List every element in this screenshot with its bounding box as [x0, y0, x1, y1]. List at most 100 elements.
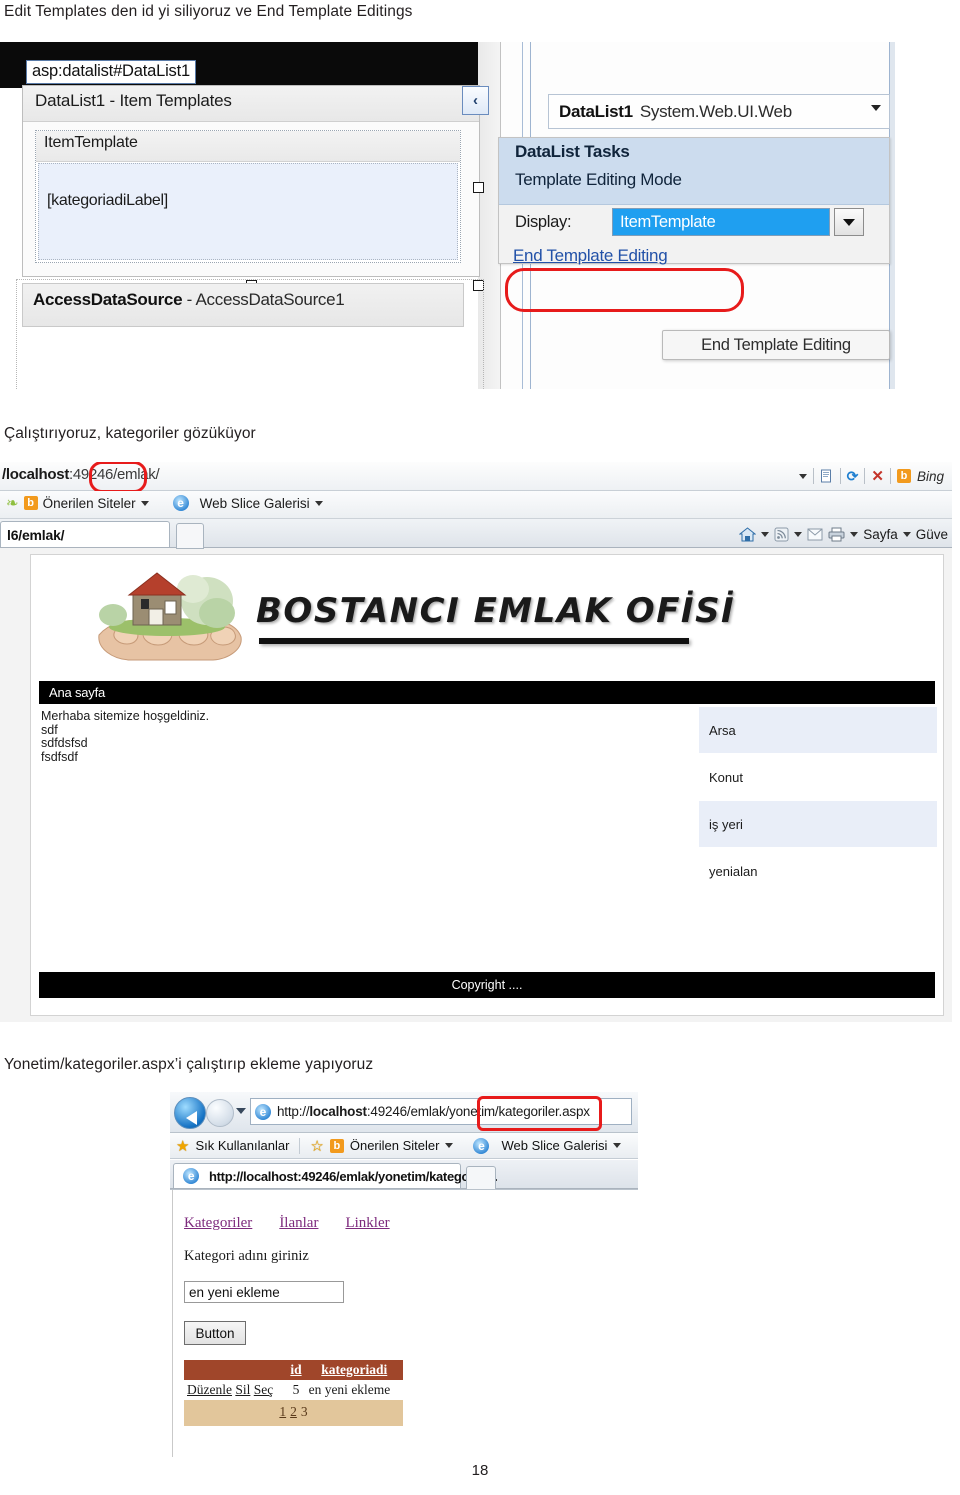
body-line: sdfdsfsd [41, 736, 88, 750]
grid-header-id[interactable]: id [286, 1360, 306, 1380]
datalist-header: DataList1 - Item Templates [23, 86, 479, 122]
submit-button[interactable]: Button [184, 1321, 246, 1345]
body-line: fsdfsdf [41, 749, 78, 764]
pager-page-1[interactable]: 1 [279, 1404, 286, 1419]
web-slice-label[interactable]: Web Slice Galerisi [501, 1138, 607, 1153]
tag-badge-datalist[interactable]: asp:datalist#DataList1 [26, 60, 196, 84]
home-icon[interactable] [739, 526, 757, 542]
compatibility-view-icon[interactable] [820, 469, 834, 483]
site-navbar: Ana sayfa [39, 681, 935, 704]
display-select[interactable]: ItemTemplate [612, 208, 830, 236]
chevron-down-icon[interactable] [902, 531, 911, 537]
select-link[interactable]: Seç [254, 1382, 274, 1397]
divider [889, 468, 891, 484]
bing-icon: b [896, 469, 911, 483]
grid-header-row: id kategoriadi [184, 1360, 403, 1380]
nav-item-ana-sayfa[interactable]: Ana sayfa [49, 685, 105, 700]
pager-page-2[interactable]: 2 [290, 1404, 297, 1419]
recent-pages-chevron-icon[interactable] [236, 1108, 246, 1114]
category-item[interactable]: yenialan [699, 848, 937, 895]
category-item[interactable]: iş yeri [699, 801, 937, 848]
edit-link[interactable]: Düzenle [187, 1382, 232, 1397]
address-bar-tools: ⟳ ✕ b Bing [798, 464, 952, 488]
chevron-down-icon[interactable] [871, 105, 881, 111]
category-item[interactable]: Arsa [699, 707, 937, 754]
nav-link-ilanlar[interactable]: İlanlar [279, 1215, 318, 1232]
site-body-text: Merhaba sitemize hoşgeldiniz. sdf sdfdsf… [41, 709, 209, 764]
internet-explorer-icon: e [183, 1168, 199, 1184]
resize-handle[interactable] [473, 182, 484, 193]
end-template-editing-link[interactable]: End Template Editing [513, 246, 668, 266]
pager-page-3: 3 [300, 1404, 308, 1419]
url-prefix: http:// [277, 1104, 310, 1119]
tasks-subtitle: Template Editing Mode [515, 170, 682, 189]
favorites-star-icon[interactable]: ★ [176, 1137, 189, 1155]
arrow-left-icon [186, 1111, 197, 1125]
chevron-down-icon[interactable] [794, 531, 803, 537]
web-slice-label[interactable]: Web Slice Galerisi [200, 496, 310, 511]
display-select-arrow[interactable] [834, 208, 864, 236]
site-header: BOSTANCI EMLAK OFİSİ [31, 555, 943, 680]
item-template-region[interactable]: ItemTemplate [kategoriadiLabel] [35, 130, 461, 263]
chevron-down-icon[interactable] [140, 500, 149, 506]
collapse-chevron-icon[interactable]: ‹ [462, 86, 489, 115]
nav-link-linkler[interactable]: Linkler [345, 1215, 389, 1232]
chevron-down-icon[interactable] [613, 1143, 622, 1148]
screenshot-admin-kategoriler: e http://localhost:49246/emlak/yonetim/k… [170, 1092, 638, 1457]
admin-page-content: Kategoriler İlanlar Linkler Kategori adı… [170, 1189, 638, 1457]
grid-header-kategoriadi[interactable]: kategoriadi [305, 1360, 403, 1380]
chevron-down-icon[interactable] [850, 531, 859, 537]
refresh-icon[interactable]: ⟳ [847, 468, 859, 485]
tasks-panel-header: DataList Tasks Template Editing Mode [499, 138, 889, 205]
item-template-body[interactable]: [kategoriadiLabel] [38, 163, 458, 260]
property-control-name: DataList1 [559, 101, 633, 121]
screenshot-visual-studio-designer: asp:datalist#DataList1 DataList1 - Item … [0, 42, 895, 389]
property-control-type: System.Web.UI.Web [639, 101, 792, 121]
search-provider-label: Bing [916, 468, 944, 484]
properties-object-selector[interactable]: DataList1 System.Web.UI.Web [548, 94, 890, 129]
safety-menu-label[interactable]: Güve [916, 527, 948, 542]
annotation-highlight-ring [89, 462, 147, 493]
suggested-sites-icon[interactable]: b [23, 496, 38, 510]
delete-link[interactable]: Sil [235, 1382, 250, 1397]
category-item[interactable]: Konut [699, 754, 937, 801]
suggested-sites-label[interactable]: Önerilen Siteler [43, 496, 136, 511]
favorites-add-icon[interactable]: ❧ [6, 494, 19, 512]
grid-cell-id: 5 [286, 1380, 306, 1400]
chevron-down-icon[interactable] [314, 500, 323, 506]
internet-explorer-icon: e [172, 495, 189, 511]
chevron-down-icon[interactable] [761, 531, 770, 537]
annotation-highlight-ring [505, 268, 744, 312]
end-template-editing-tooltip: End Template Editing [662, 330, 890, 360]
feeds-icon[interactable] [774, 527, 789, 542]
favorites-bar: ❧ b Önerilen Siteler e Web Slice Galeris… [0, 491, 952, 519]
nav-link-kategoriler[interactable]: Kategoriler [184, 1215, 252, 1232]
browser-tab[interactable]: l6/emlak/ [0, 521, 170, 547]
suggested-sites-label[interactable]: Önerilen Siteler [350, 1138, 440, 1153]
forward-button[interactable] [206, 1099, 234, 1127]
chevron-down-icon[interactable] [445, 1143, 454, 1148]
page-menu-label[interactable]: Sayfa [863, 527, 898, 542]
print-icon[interactable] [828, 527, 845, 542]
suggested-sites-icon[interactable]: b [329, 1138, 344, 1153]
datalist-control[interactable]: DataList1 - Item Templates ItemTemplate … [22, 85, 480, 277]
divider [839, 468, 841, 484]
datalist-tasks-panel: DataList Tasks Template Editing Mode Dis… [498, 137, 890, 266]
datasource-type: AccessDataSource [33, 290, 183, 309]
site-footer: Copyright .... [39, 972, 935, 998]
add-to-favorites-icon[interactable]: ☆ [310, 1137, 323, 1155]
grid-cell-kategoriadi: en yeni ekleme [305, 1380, 403, 1400]
favorites-label[interactable]: Sık Kullanılanlar [195, 1138, 289, 1153]
kategori-adi-input[interactable]: en yeni ekleme [184, 1281, 344, 1303]
access-datasource-control[interactable]: AccessDataSource - AccessDataSource1 [22, 283, 464, 327]
new-tab-button[interactable] [466, 1166, 496, 1190]
kategoriadi-label[interactable]: [kategoriadiLabel] [47, 192, 168, 210]
back-button[interactable] [174, 1097, 206, 1129]
chevron-down-icon[interactable] [798, 473, 807, 479]
item-template-header-label: ItemTemplate [44, 134, 138, 151]
page-number: 18 [471, 1462, 489, 1479]
mail-icon[interactable] [807, 528, 823, 541]
new-tab-button[interactable] [176, 523, 204, 549]
browser-tab[interactable]: e http://localhost:49246/emlak/yonetim/k… [173, 1163, 498, 1188]
stop-icon[interactable]: ✕ [871, 467, 884, 485]
